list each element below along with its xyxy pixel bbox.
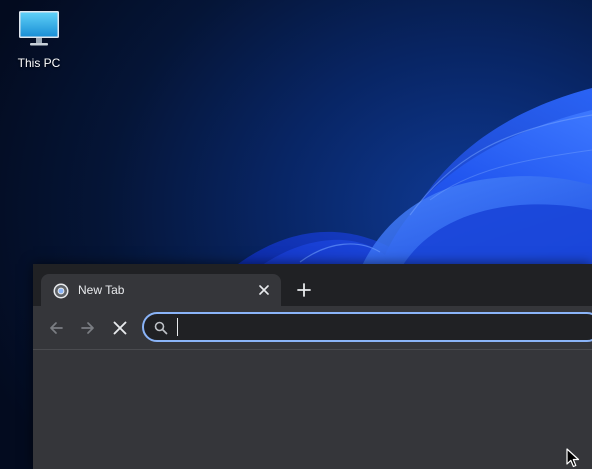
address-input[interactable]: [176, 316, 576, 338]
tab-close-button[interactable]: [255, 281, 273, 299]
stop-loading-button[interactable]: [107, 315, 133, 341]
arrow-right-icon: [81, 322, 94, 334]
this-pc-desktop-icon[interactable]: This PC: [8, 8, 70, 74]
tab-title: New Tab: [78, 283, 125, 297]
tab-new-tab[interactable]: New Tab: [41, 274, 281, 306]
back-button[interactable]: [43, 315, 69, 341]
chromium-logo-icon: [53, 283, 69, 299]
close-icon: [259, 285, 269, 295]
search-icon: [154, 321, 168, 335]
forward-button[interactable]: [75, 315, 101, 341]
new-tab-button[interactable]: [292, 278, 316, 302]
browser-window: New Tab: [33, 264, 592, 469]
arrow-left-icon: [50, 322, 63, 334]
browser-toolbar: [33, 306, 592, 350]
monitor-icon: [19, 11, 59, 46]
address-bar[interactable]: [142, 312, 592, 342]
mouse-pointer-icon: [566, 448, 580, 468]
plus-icon: [297, 283, 311, 297]
tab-strip: New Tab: [33, 264, 592, 306]
desktop-icon-label: This PC: [17, 56, 61, 70]
close-icon: [113, 321, 127, 335]
page-content[interactable]: [33, 350, 592, 469]
text-caret: [177, 318, 178, 336]
